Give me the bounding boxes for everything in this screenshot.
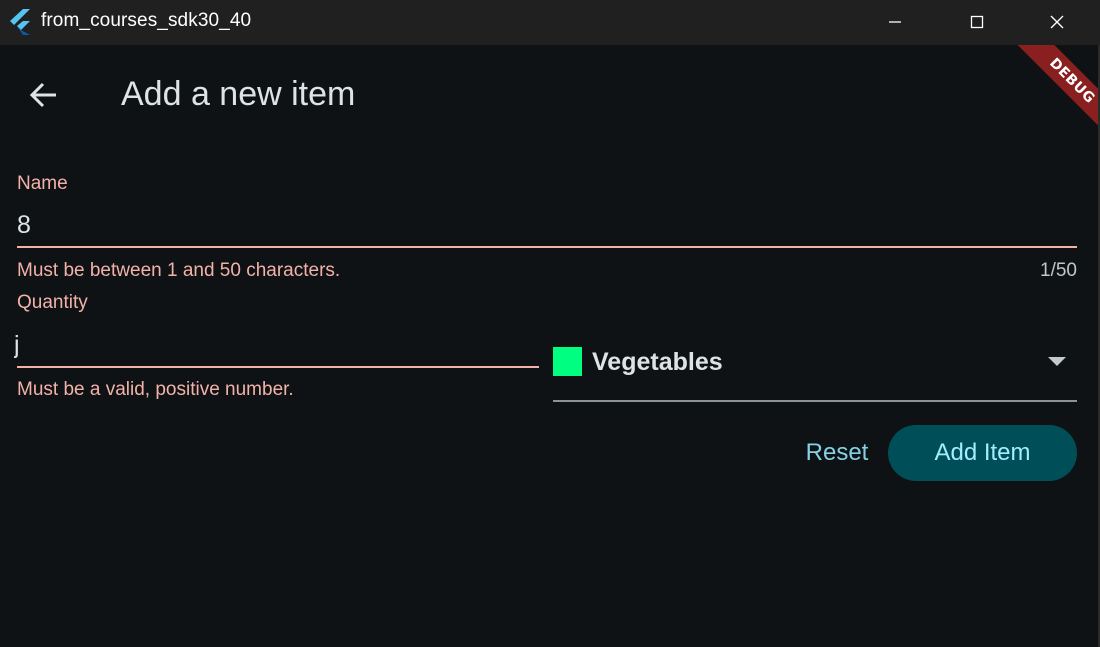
- reset-button[interactable]: Reset: [793, 425, 881, 481]
- maximize-icon: [970, 15, 984, 29]
- window-titlebar: from_courses_sdk30_40: [0, 0, 1100, 45]
- minimize-button[interactable]: [865, 0, 925, 45]
- minimize-icon: [889, 21, 901, 23]
- window-title: from_courses_sdk30_40: [41, 10, 252, 31]
- name-error: Must be between 1 and 50 characters.: [17, 260, 341, 281]
- caret-down-icon: [1048, 357, 1066, 366]
- quantity-error: Must be a valid, positive number.: [17, 379, 294, 400]
- category-color-swatch: [553, 347, 582, 376]
- category-dropdown[interactable]: Vegetables: [553, 335, 1077, 402]
- quantity-input[interactable]: [14, 327, 539, 363]
- quantity-label: Quantity: [17, 292, 88, 313]
- back-button[interactable]: [19, 70, 69, 120]
- close-icon: [1050, 15, 1064, 29]
- quantity-underline: [17, 366, 539, 368]
- add-item-button[interactable]: Add Item: [888, 425, 1077, 481]
- category-selected-value: Vegetables: [592, 348, 723, 376]
- flutter-icon: [10, 9, 32, 35]
- close-button[interactable]: [1027, 0, 1087, 45]
- app-bar: Add a new item: [0, 45, 1100, 145]
- page-title: Add a new item: [121, 75, 356, 113]
- name-input[interactable]: [17, 207, 1077, 243]
- name-underline: [17, 246, 1077, 248]
- dropdown-underline: [553, 400, 1077, 402]
- name-counter: 1/50: [1040, 260, 1077, 281]
- arrow-back-icon: [29, 82, 56, 108]
- maximize-button[interactable]: [947, 0, 1007, 45]
- name-label: Name: [17, 173, 68, 194]
